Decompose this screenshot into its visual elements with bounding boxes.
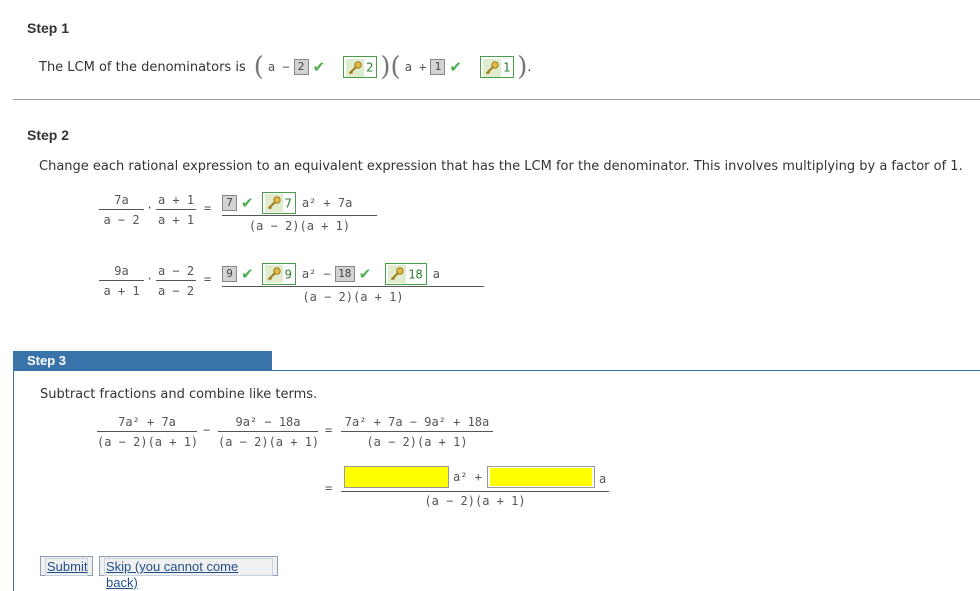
check-icon: ✔ xyxy=(312,58,326,76)
row1-answer: 7 xyxy=(222,194,237,211)
close-paren: ) xyxy=(517,52,528,82)
step3-instruction: Subtract fractions and combine like term… xyxy=(40,387,318,402)
step2-title: Step 2 xyxy=(27,127,70,143)
coefficient-a-input[interactable] xyxy=(490,468,592,486)
row2-numerator: 9 ✔ 9 a² − 18 ✔ 18 a xyxy=(222,261,484,287)
factor1-key-value: 2 xyxy=(366,60,374,75)
row1-key-box[interactable]: 7 xyxy=(261,191,296,214)
final-tail: a xyxy=(599,472,607,486)
step3-c-den: (a − 2)(a + 1) xyxy=(366,435,468,449)
step1-row: The LCM of the denominators is ( a − 2 ✔… xyxy=(39,50,531,84)
step3-r-num: 9a² − 18a xyxy=(235,415,301,429)
key-icon xyxy=(482,58,501,77)
row2-answer1: 9 xyxy=(222,265,237,282)
divider xyxy=(13,99,980,100)
fraction-bar xyxy=(99,280,144,281)
step3-rule xyxy=(272,370,980,371)
row2-f1-num: 9a xyxy=(114,264,129,278)
step3-combined-fraction: 7a² + 7a − 9a² + 18a (a − 2)(a + 1) xyxy=(341,415,493,449)
factor1-var: a − xyxy=(267,60,290,74)
row1-f2-num: a + 1 xyxy=(157,193,195,207)
check-icon: ✔ xyxy=(449,58,462,76)
step3-title: Step 3 xyxy=(13,351,272,371)
dot: · xyxy=(146,272,154,286)
lcm-prompt: The LCM of the denominators is xyxy=(39,59,246,75)
step3-r-den: (a − 2)(a + 1) xyxy=(218,435,320,449)
row2-denominator: (a − 2)(a + 1) xyxy=(302,290,404,304)
key-icon xyxy=(346,58,365,77)
row1-denominator: (a − 2)(a + 1) xyxy=(248,219,351,233)
row1-f2-den: a + 1 xyxy=(157,213,195,227)
row2-mid: a² − xyxy=(301,266,331,281)
skip-button[interactable]: Skip (you cannot come back) xyxy=(99,556,278,590)
equals: = xyxy=(325,481,333,495)
row1-num-tail: a² + 7a xyxy=(301,195,353,210)
step3-right-fraction: 9a² − 18a (a − 2)(a + 1) xyxy=(218,415,320,449)
final-fraction-bar xyxy=(341,491,609,492)
fraction-bar xyxy=(341,431,493,432)
key-icon xyxy=(388,265,407,283)
step3-l-num: 7a² + 7a xyxy=(118,415,176,429)
submit-label: Submit xyxy=(45,558,88,576)
row2-tail: a xyxy=(432,266,440,281)
row2-fraction2: a − 2 a − 2 xyxy=(156,264,196,298)
factor2-key-value: 1 xyxy=(502,60,511,75)
minus: − xyxy=(203,423,211,437)
row1-numerator: 7 ✔ 7 a² + 7a xyxy=(222,190,377,216)
close-paren: ) xyxy=(380,52,391,82)
step3-c-num: 7a² + 7a − 9a² + 18a xyxy=(344,415,490,429)
row2-f2-den: a − 2 xyxy=(157,284,195,298)
open-paren: ( xyxy=(390,52,401,82)
fraction-bar xyxy=(156,209,196,210)
key-icon xyxy=(264,265,283,283)
open-paren: ( xyxy=(253,52,264,82)
equals: = xyxy=(325,423,333,437)
step3-left-border xyxy=(13,371,14,591)
lcm-end: . xyxy=(527,59,532,75)
row1-fraction2: a + 1 a + 1 xyxy=(156,193,196,227)
final-mid: a² + xyxy=(453,470,482,484)
factor2-var: a + xyxy=(404,60,427,74)
final-denominator: (a − 2)(a + 1) xyxy=(424,494,526,508)
fraction-bar xyxy=(218,431,318,432)
key-icon xyxy=(264,194,283,212)
step3-l-den: (a − 2)(a + 1) xyxy=(97,435,199,449)
row1-f1-den: a − 2 xyxy=(103,213,140,227)
factor1-key-box[interactable]: 2 xyxy=(343,56,378,78)
step2-instruction: Change each rational expression to an eq… xyxy=(39,159,963,174)
step1-title: Step 1 xyxy=(27,20,70,36)
row2-key2-value: 18 xyxy=(408,267,423,281)
row1-key-value: 7 xyxy=(284,196,292,210)
coefficient-a-input-frame[interactable] xyxy=(487,466,595,488)
dot: · xyxy=(146,201,154,215)
equals: = xyxy=(204,272,212,286)
factor2-key-box[interactable]: 1 xyxy=(479,56,515,78)
factor1-answer: 2 xyxy=(293,59,309,75)
check-icon: ✔ xyxy=(241,264,254,283)
row2-key2-box[interactable]: 18 xyxy=(385,262,427,285)
fraction-bar xyxy=(97,431,197,432)
submit-button[interactable]: Submit xyxy=(40,556,93,576)
row2-fraction1: 9a a + 1 xyxy=(99,264,144,298)
row2-f1-den: a + 1 xyxy=(103,284,140,298)
equals: = xyxy=(204,201,212,215)
row1-f1-num: 7a xyxy=(114,193,129,207)
row1-fraction1: 7a a − 2 xyxy=(99,193,144,227)
row2-key1-box[interactable]: 9 xyxy=(261,262,296,285)
skip-label: Skip (you cannot come back) xyxy=(104,558,273,590)
coefficient-a2-input[interactable] xyxy=(344,466,449,488)
check-icon: ✔ xyxy=(241,193,254,212)
row2-key1-value: 9 xyxy=(284,267,292,281)
factor2-answer: 1 xyxy=(430,59,446,75)
check-icon: ✔ xyxy=(358,264,372,283)
row2-f2-num: a − 2 xyxy=(157,264,195,278)
fraction-bar xyxy=(156,280,196,281)
fraction-bar xyxy=(99,209,144,210)
row2-answer2: 18 xyxy=(334,265,355,282)
step3-left-fraction: 7a² + 7a (a − 2)(a + 1) xyxy=(97,415,199,449)
